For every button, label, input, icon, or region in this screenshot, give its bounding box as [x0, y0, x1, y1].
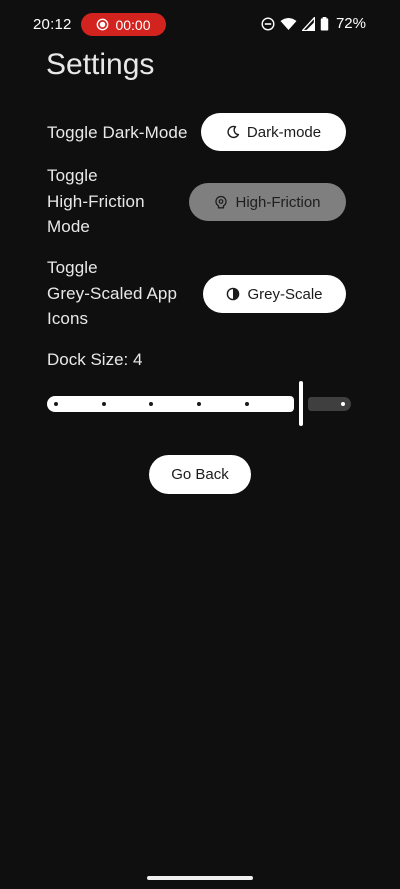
wifi-icon	[280, 17, 297, 30]
slider-tick	[102, 402, 106, 406]
slider-tick	[54, 402, 58, 406]
dark-mode-button-label: Dark-mode	[246, 123, 322, 141]
high-friction-label: Toggle High-Friction Mode	[47, 163, 145, 240]
screen-record-chip[interactable]: 00:00	[81, 13, 166, 36]
cell-signal-icon	[301, 16, 315, 31]
status-icons: 72%	[261, 15, 366, 32]
battery-icon	[320, 16, 329, 31]
dark-mode-button[interactable]: Dark-mode	[201, 113, 346, 151]
screen-record-icon	[97, 18, 109, 31]
grey-scale-button-label: Grey-Scale	[247, 285, 323, 303]
dock-size-label: Dock Size: 4	[47, 350, 143, 369]
brain-icon	[215, 195, 228, 209]
battery-percent: 72%	[335, 15, 366, 32]
contrast-icon	[227, 287, 240, 301]
high-friction-button-label: High-Friction	[235, 193, 321, 211]
high-friction-label-line: High-Friction	[47, 191, 145, 211]
settings-screen: 20:12 00:00 72% Settings Toggle Dark-Mod…	[0, 0, 400, 889]
grey-scale-label-line: Grey-Scaled App	[47, 283, 178, 303]
dark-mode-label: Toggle Dark-Mode	[47, 123, 188, 142]
grey-scale-label-line: Toggle	[47, 258, 98, 277]
high-friction-button[interactable]: High-Friction	[189, 183, 346, 221]
high-friction-label-line: Toggle	[47, 166, 98, 185]
slider-thumb[interactable]	[299, 381, 303, 426]
moon-icon	[227, 125, 240, 139]
slider-tick	[245, 402, 249, 406]
recording-timer: 00:00	[115, 16, 151, 33]
slider-tick	[197, 402, 201, 406]
home-indicator[interactable]	[147, 876, 253, 880]
slider-tick	[341, 402, 345, 406]
status-bar: 20:12 00:00 72%	[0, 0, 400, 48]
grey-scale-label-line: Icons	[47, 309, 89, 328]
page-title: Settings	[46, 48, 155, 81]
status-time: 20:12	[33, 16, 72, 33]
dock-size-slider[interactable]	[47, 380, 352, 428]
grey-scale-label: Toggle Grey-Scaled App Icons	[47, 255, 177, 332]
grey-scale-button[interactable]: Grey-Scale	[203, 275, 346, 313]
slider-tick	[149, 402, 153, 406]
go-back-label: Go Back	[171, 466, 229, 483]
high-friction-label-line: Mode	[47, 217, 90, 236]
slider-active-track	[47, 396, 294, 412]
go-back-button[interactable]: Go Back	[149, 455, 251, 494]
do-not-disturb-icon	[261, 16, 275, 31]
